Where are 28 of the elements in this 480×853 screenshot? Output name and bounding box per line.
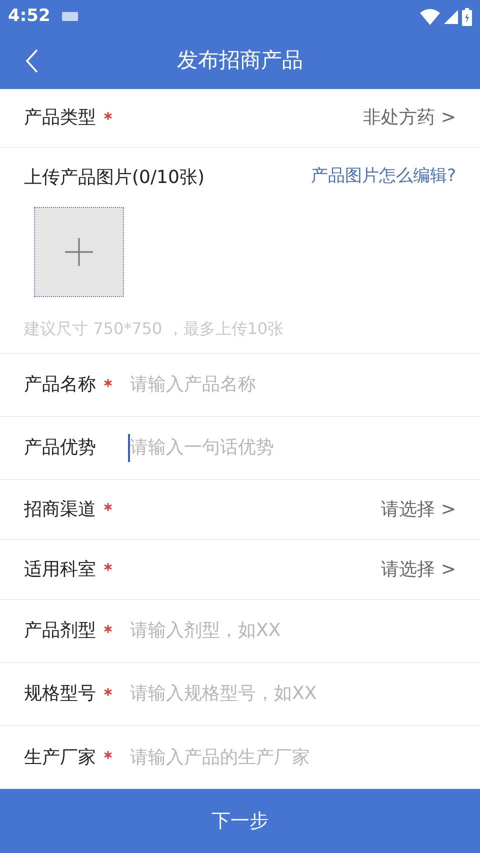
input-field[interactable]: 请输入规格型号，如XX	[128, 680, 456, 708]
field-label: 产品类型	[24, 106, 96, 130]
keyboard-icon	[62, 12, 78, 22]
next-button[interactable]: 下一步	[0, 789, 480, 853]
signal-icon	[444, 10, 458, 24]
back-icon	[25, 49, 39, 74]
wifi-icon	[420, 8, 440, 25]
select-value[interactable]: 请选择 >	[381, 556, 456, 583]
page-title: 发布招商产品	[177, 47, 303, 74]
help-link[interactable]: 产品图片怎么编辑?	[310, 164, 456, 190]
field-label: 产品名称	[24, 373, 96, 398]
field-label: 适用科室	[24, 558, 96, 582]
input-field[interactable]: 请输入产品的生产厂家	[128, 743, 456, 771]
field-label: 招商渠道	[24, 498, 96, 522]
field-label: 产品优势	[24, 436, 96, 460]
upload-label: 上传产品图片(0/10张)	[24, 166, 204, 190]
field-label: 产品剂型	[24, 619, 96, 644]
plus-icon	[65, 238, 93, 266]
battery-icon	[462, 8, 472, 26]
status-time: 4:52	[8, 4, 50, 28]
input-field[interactable]: 请输入一句话优势	[128, 434, 456, 462]
select-value[interactable]: 请选择 >	[381, 496, 456, 523]
select-value[interactable]: 非处方药 >	[363, 104, 456, 132]
field-label: 生产厂家	[24, 746, 96, 770]
field-label: 规格型号	[24, 682, 96, 706]
input-field[interactable]: 请输入产品名称	[128, 370, 456, 399]
add-image-button[interactable]	[34, 206, 124, 297]
input-field[interactable]: 请输入剂型，如XX	[128, 616, 456, 645]
